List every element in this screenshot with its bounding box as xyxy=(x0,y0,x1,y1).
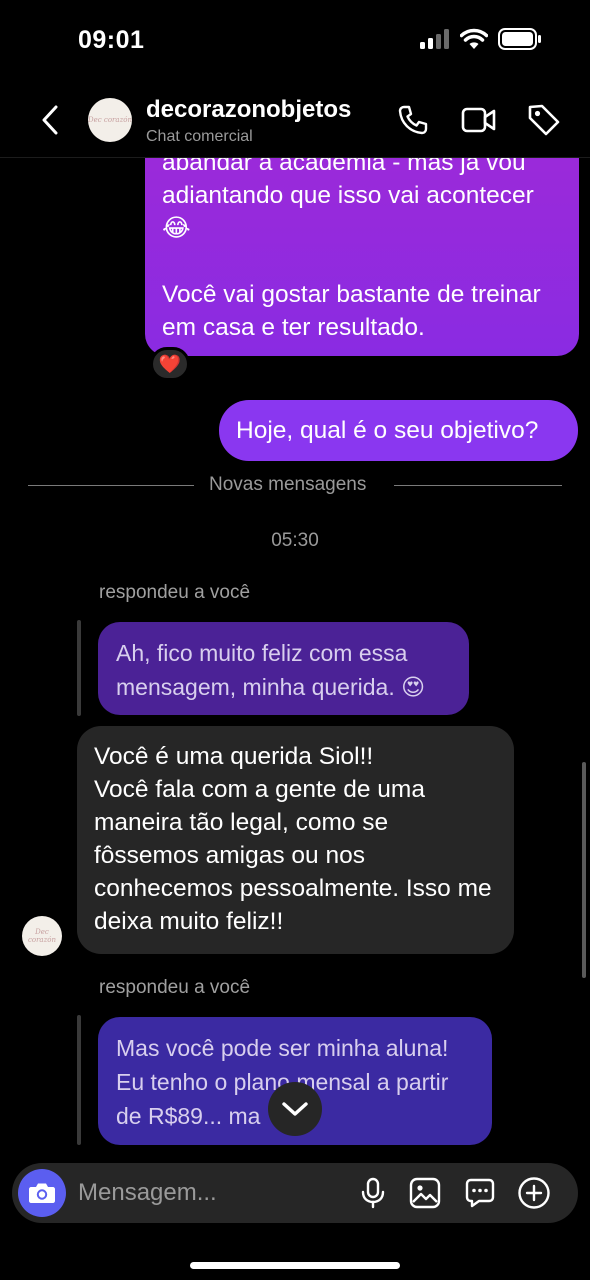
plus-circle-icon xyxy=(518,1177,550,1209)
reaction-badge[interactable]: ❤️ xyxy=(150,347,190,381)
tag-button[interactable] xyxy=(526,102,562,138)
wifi-icon xyxy=(460,28,488,49)
video-call-button[interactable] xyxy=(461,102,497,138)
quoted-message[interactable]: Ah, fico muito feliz com essa mensagem, … xyxy=(98,622,469,715)
outgoing-message[interactable]: abandar a academia - mas já vou adiantan… xyxy=(145,158,579,356)
new-messages-divider: Novas mensagens xyxy=(28,474,562,498)
divider-line xyxy=(28,485,194,486)
scroll-to-bottom-button[interactable] xyxy=(268,1082,322,1136)
call-button[interactable] xyxy=(395,102,431,138)
new-messages-label: Novas mensagens xyxy=(209,474,367,495)
chat-header: Dec corazón decorazonobjetos Chat comerc… xyxy=(0,80,590,158)
status-bar: 09:01 xyxy=(0,0,590,80)
sender-avatar[interactable]: Dec corazón xyxy=(22,916,62,956)
message-thread[interactable]: abandar a academia - mas já vou adiantan… xyxy=(0,158,590,1158)
message-composer xyxy=(12,1163,578,1223)
add-attachment-button[interactable] xyxy=(516,1175,552,1211)
gallery-button[interactable] xyxy=(407,1175,443,1211)
reply-label: respondeu a você xyxy=(99,977,251,998)
reply-indicator-bar xyxy=(77,1015,81,1145)
chevron-left-icon xyxy=(42,105,58,135)
image-icon xyxy=(409,1177,441,1209)
battery-icon xyxy=(498,28,541,50)
reply-indicator-bar xyxy=(77,620,81,716)
contact-subtitle: Chat comercial xyxy=(146,128,253,145)
contact-name[interactable]: decorazonobjetos xyxy=(146,96,351,124)
phone-icon xyxy=(398,105,428,135)
reply-label: respondeu a você xyxy=(99,582,251,603)
camera-button[interactable] xyxy=(18,1169,66,1217)
divider-line xyxy=(394,485,562,486)
status-time: 09:01 xyxy=(78,26,145,54)
message-input[interactable] xyxy=(78,1175,348,1211)
voice-message-button[interactable] xyxy=(355,1175,391,1211)
signal-icon xyxy=(420,29,449,49)
tag-icon xyxy=(528,104,560,136)
microphone-icon xyxy=(361,1177,385,1209)
incoming-message[interactable]: Você é uma querida Siol!! Você fala com … xyxy=(77,726,514,954)
avatar-logo-text: Dec corazón xyxy=(88,116,132,124)
camera-icon xyxy=(29,1183,55,1203)
message-timestamp: 05:30 xyxy=(271,530,319,551)
scrollbar[interactable] xyxy=(582,762,586,978)
sticker-button[interactable] xyxy=(462,1175,498,1211)
avatar-logo-text: Dec corazón xyxy=(27,928,57,944)
status-icons xyxy=(420,28,542,50)
video-camera-icon xyxy=(461,107,496,133)
chevron-down-icon xyxy=(282,1102,308,1116)
outgoing-message[interactable]: Hoje, qual é o seu objetivo? xyxy=(219,400,578,461)
home-indicator[interactable] xyxy=(190,1262,400,1269)
back-button[interactable] xyxy=(32,100,68,140)
heart-icon: ❤️ xyxy=(158,353,182,374)
contact-avatar[interactable]: Dec corazón xyxy=(88,98,132,142)
chat-sticker-icon xyxy=(465,1178,495,1208)
